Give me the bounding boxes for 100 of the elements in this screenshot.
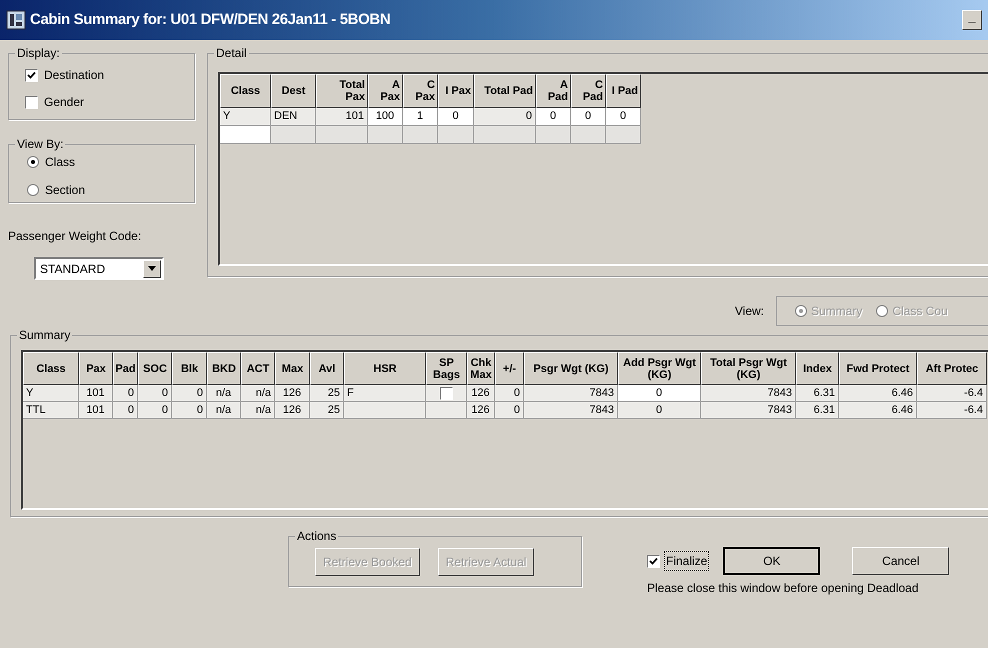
table-cell: 126 [467, 385, 495, 402]
note-text: Please close this window before opening Deadload [647, 580, 920, 597]
column-header: HSR [344, 352, 426, 385]
column-header: Avl [310, 352, 344, 385]
ok-button[interactable]: OK [723, 547, 820, 575]
window-title: Cabin Summary for: U01 DFW/DEN 26Jan11 - 5BOBN [30, 10, 390, 30]
table-cell: 7843 [524, 402, 618, 419]
column-header: SOC [138, 352, 172, 385]
column-header: A Pad [536, 74, 571, 108]
table-cell: n/a [241, 385, 275, 402]
radio-button[interactable] [27, 156, 39, 168]
table-cell: -6.4 [917, 402, 987, 419]
table-cell: 0 [495, 385, 524, 402]
table-cell: 0 [438, 108, 474, 126]
table-cell: 101 [316, 108, 368, 126]
column-header: SP Bags [426, 352, 467, 385]
checkbox[interactable] [25, 68, 38, 82]
table-cell: 0 [113, 385, 138, 402]
new-row-cell[interactable] [316, 126, 368, 144]
group-label: Detail [214, 46, 249, 60]
checkbox[interactable] [440, 386, 452, 400]
new-row-cell[interactable] [403, 126, 438, 144]
column-header: I Pad [606, 74, 641, 108]
column-header: Chk Max [467, 352, 495, 385]
group-label: Summary [17, 328, 72, 342]
checkbox[interactable] [25, 96, 38, 108]
finalize-label: Finalize [664, 551, 710, 571]
column-header: +/- [495, 352, 524, 385]
weight-code-dropdown[interactable]: STANDARD [34, 257, 164, 280]
column-header: C Pad [571, 74, 606, 108]
table-cell: 0 [138, 402, 172, 419]
new-row-cell[interactable] [474, 126, 536, 144]
table-cell: 0 [536, 108, 571, 126]
column-header: Total Pax [316, 74, 368, 108]
table-cell: 6.46 [839, 402, 917, 419]
table-cell: Y [23, 385, 79, 402]
column-header: Total Pad [474, 74, 536, 108]
radio-button[interactable] [27, 184, 39, 196]
table-cell: F [344, 385, 426, 402]
table-cell: TTL [23, 402, 79, 419]
table-cell: 0 [138, 385, 172, 402]
new-row-cell[interactable] [571, 126, 606, 144]
app-icon [6, 9, 26, 31]
table-cell: 101 [79, 385, 113, 402]
table-cell: 0 [571, 108, 606, 126]
group-label: View By: [15, 136, 66, 151]
table-cell: 0 [113, 402, 138, 419]
minimize-button[interactable]: _ [962, 10, 982, 30]
column-header: BKD [207, 352, 241, 385]
table-cell: 101 [79, 402, 113, 419]
table-cell: 0 [474, 108, 536, 126]
column-header: Pax [79, 352, 113, 385]
field-label: Passenger Weight Code: [8, 228, 142, 246]
table-cell: 6.46 [839, 385, 917, 402]
table-cell: 0 [172, 385, 207, 402]
input-field[interactable]: 0 [618, 385, 701, 402]
option-label: Class [45, 154, 76, 171]
table-cell: 1 [403, 108, 438, 126]
checkbox[interactable] [647, 554, 660, 568]
column-header: C Pax [403, 74, 438, 108]
column-header: Fwd Protect [839, 352, 917, 385]
table-cell: Y [220, 108, 271, 126]
column-header: I Pax [438, 74, 474, 108]
table-cell: 7843 [701, 402, 796, 419]
new-row-cell[interactable] [606, 126, 641, 144]
table-cell: 6.31 [796, 385, 839, 402]
new-row-cell[interactable] [536, 126, 571, 144]
table-cell: 0 [495, 402, 524, 419]
new-row-cell[interactable] [220, 126, 271, 144]
table-cell: 7843 [524, 385, 618, 402]
group-label: Display: [15, 46, 62, 60]
table-cell: n/a [241, 402, 275, 419]
group-label: Actions [295, 529, 338, 543]
column-header: Aft Protec [917, 352, 987, 385]
option-label: Destination [44, 67, 104, 84]
new-row-cell[interactable] [271, 126, 316, 144]
new-row-cell[interactable] [438, 126, 474, 144]
table-cell: 126 [467, 402, 495, 419]
table-cell: DEN [271, 108, 316, 126]
option-label: Section [45, 182, 86, 199]
option-label: Summary [811, 302, 862, 320]
table-cell: 0 [172, 402, 207, 419]
table-cell: 25 [310, 385, 344, 402]
column-header: Blk [172, 352, 207, 385]
column-header: Psgr Wgt (KG) [524, 352, 618, 385]
column-header: ACT [241, 352, 275, 385]
view-label: View: [734, 302, 764, 320]
table-cell: n/a [207, 402, 241, 419]
option-label: Class Cou [892, 302, 948, 320]
column-header: Class [220, 74, 271, 108]
option-label: Gender [44, 94, 84, 111]
cancel-button[interactable]: Cancel [852, 547, 950, 575]
table-cell: n/a [207, 385, 241, 402]
new-row-cell[interactable] [368, 126, 403, 144]
column-header: Add Psgr Wgt (KG) [618, 352, 701, 385]
table-cell: 126 [275, 402, 310, 419]
column-header: Max [275, 352, 310, 385]
table-cell: 0 [606, 108, 641, 126]
table-cell: -6.4 [917, 385, 987, 402]
column-header: Index [796, 352, 839, 385]
